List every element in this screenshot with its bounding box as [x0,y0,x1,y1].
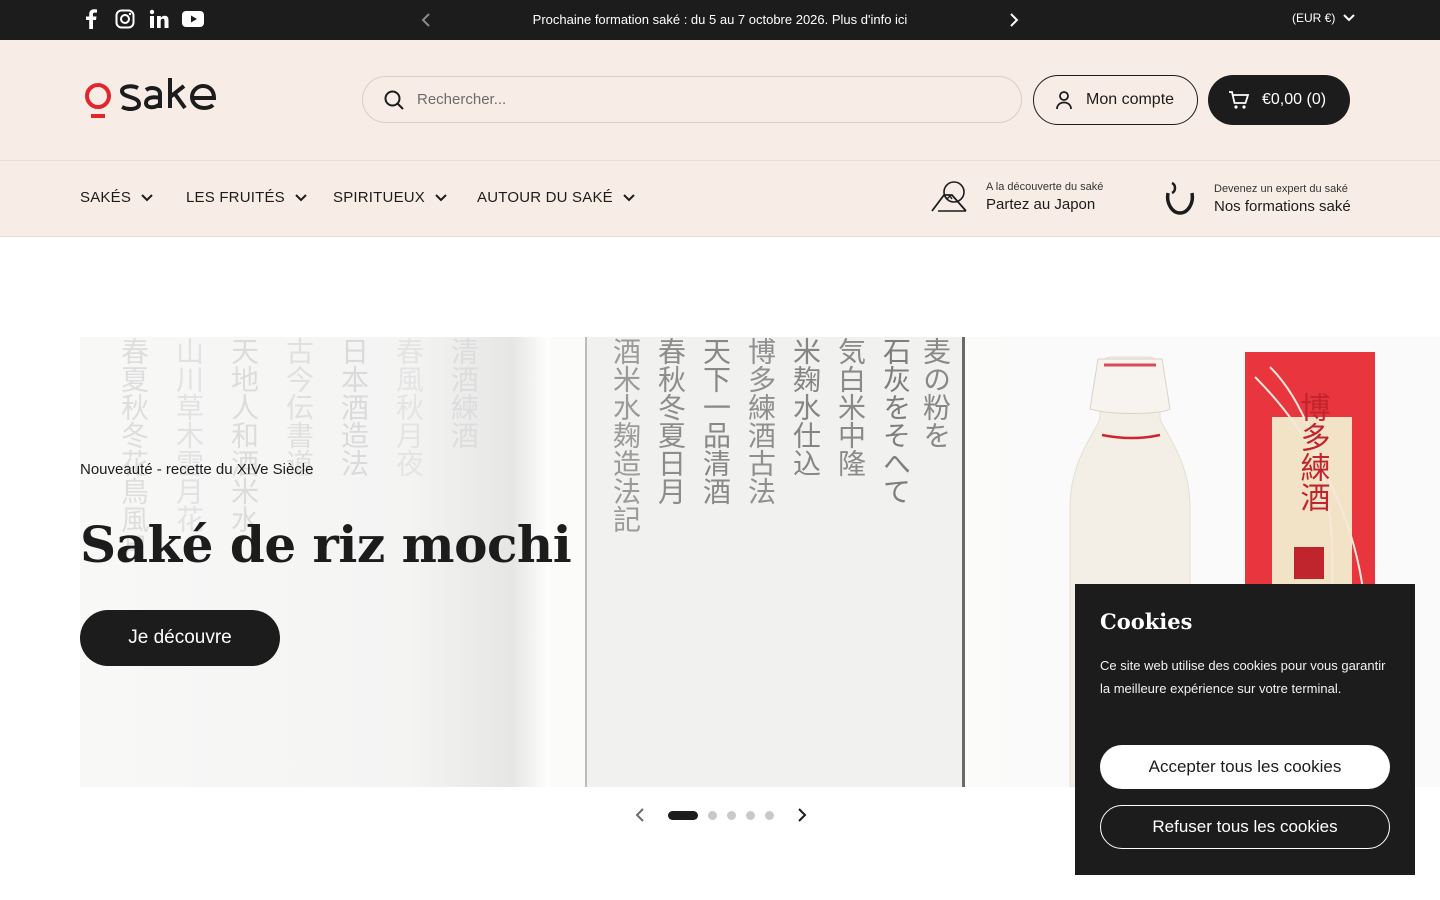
manuscript-image-center: 酒米水麹造法記 春秋冬夏日月 天下一品清酒 博多練酒古法 米麹水仕込 気白米中隆… [585,337,965,787]
hero-title: Saké de riz mochi [80,515,572,574]
search-input[interactable] [417,91,977,108]
sake-cup-icon [1165,181,1195,215]
slide-dot-5[interactable] [765,810,774,820]
nav-item-label: SPIRITUEUX [333,189,426,206]
cart-button[interactable]: €0,00 (0) [1208,75,1350,125]
facebook-icon[interactable] [80,8,102,30]
promo-japan-subtitle: A la découverte du saké [986,181,1104,193]
main-navigation: SAKÉS LES FRUITÉS SPIRITUEUX AUTOUR DU S… [0,160,1440,237]
slide-dot-1[interactable] [668,810,698,820]
search-bar [362,76,1022,123]
chevron-right-icon[interactable] [796,808,808,822]
hero-kicker: Nouveauté - recette du XIVe Siècle [80,461,314,478]
currency-selector[interactable]: (EUR €) [1292,11,1356,25]
mount-fuji-icon [931,181,967,212]
site-header: Mon compte €0,00 (0) [0,40,1440,160]
account-button[interactable]: Mon compte [1033,75,1198,125]
promo-training-title: Nos formations saké [1214,198,1351,215]
discover-button[interactable]: Je découvre [80,610,280,666]
chevron-down-icon [141,193,153,201]
cart-label: €0,00 (0) [1262,91,1327,108]
promo-training-subtitle: Devenez un expert du saké [1214,183,1348,195]
slide-dot-4[interactable] [746,810,755,820]
chevron-down-icon [1343,14,1356,22]
account-label: Mon compte [1086,91,1175,108]
slide-dot-2[interactable] [708,810,717,820]
promo-japan-title: Partez au Japon [986,196,1096,213]
youtube-icon[interactable] [182,8,204,30]
accept-cookies-button[interactable]: Accepter tous les cookies [1100,745,1390,789]
announcement-bar: Prochaine formation saké : du 5 au 7 oct… [0,0,1440,40]
slide-dot-3[interactable] [727,810,736,820]
announcement-text[interactable]: Prochaine formation saké : du 5 au 7 oct… [440,12,1000,27]
cookie-title: Cookies [1100,609,1193,634]
nav-item-label: SAKÉS [80,189,132,206]
cookie-text: Ce site web utilise des cookies pour vou… [1100,658,1386,696]
cart-icon [1229,91,1250,109]
chevron-left-icon[interactable] [634,808,646,822]
nav-item-label: AUTOUR DU SAKÉ [477,189,613,206]
chevron-down-icon [295,193,307,201]
nav-item-spiritueux[interactable]: SPIRITUEUX [333,189,447,206]
nav-item-fruites[interactable]: LES FRUITÉS [186,189,307,206]
chevron-down-icon [623,193,635,201]
currency-label: (EUR €) [1292,11,1336,25]
announcement-prev-icon[interactable] [414,8,438,32]
linkedin-icon[interactable] [148,8,170,30]
slideshow-pagination [634,808,808,822]
announcement-next-icon[interactable] [1002,8,1026,32]
refuse-cookies-button[interactable]: Refuser tous les cookies [1100,805,1390,849]
cookie-banner: Cookies Ce site web utilise des cookies … [1075,584,1415,875]
instagram-icon[interactable] [114,8,136,30]
nav-item-autour-du-sake[interactable]: AUTOUR DU SAKÉ [477,189,635,206]
promo-japan-trip[interactable]: A la découverte du saké Partez au Japon [930,179,1103,215]
user-icon [1056,91,1072,110]
social-links [80,8,204,30]
logo[interactable] [80,74,240,124]
product-box-kanji: 博多練酒 [1295,392,1330,512]
promo-training[interactable]: Devenez un expert du saké Nos formations… [1160,179,1351,219]
nav-item-sakes[interactable]: SAKÉS [80,189,153,206]
chevron-down-icon [435,193,447,201]
search-icon[interactable] [383,89,405,111]
nav-item-label: LES FRUITÉS [186,189,285,206]
